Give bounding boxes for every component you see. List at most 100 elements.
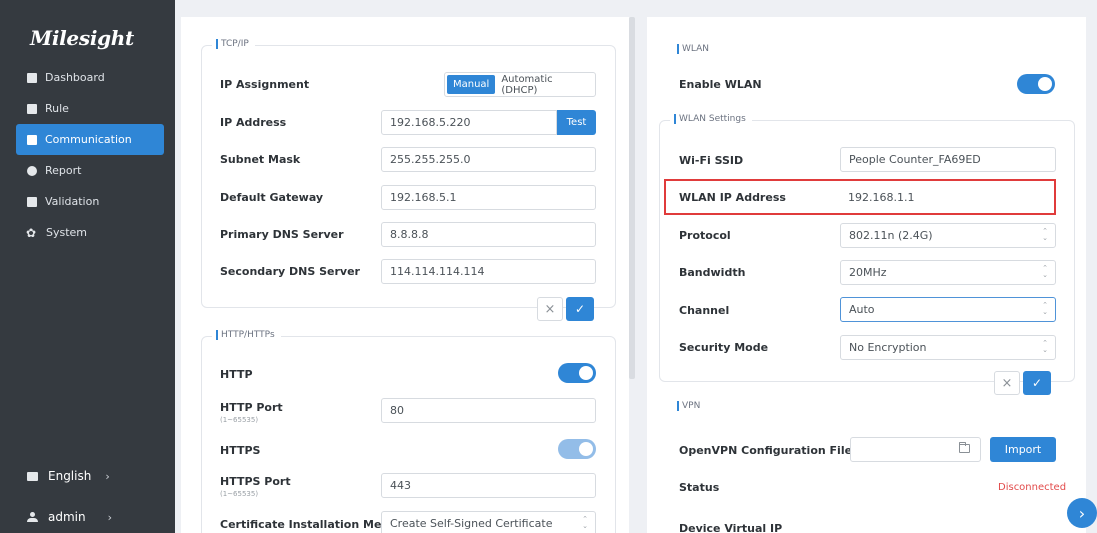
- sidebar-item-label: Rule: [45, 102, 69, 115]
- language-icon: [27, 471, 38, 481]
- sidebar-item-label: System: [46, 226, 88, 239]
- vpn-status-value: Disconnected: [998, 482, 1067, 493]
- https-label: HTTPS: [220, 444, 261, 457]
- http-port-field[interactable]: 80: [381, 398, 596, 423]
- https-toggle[interactable]: [558, 439, 596, 459]
- channel-label: Channel: [679, 304, 730, 317]
- language-label: English: [48, 469, 92, 483]
- openvpn-config-label: OpenVPN Configuration File: [679, 444, 853, 457]
- wlan-ip-label: WLAN IP Address: [679, 191, 786, 204]
- openvpn-file-field[interactable]: [850, 437, 981, 462]
- bandwidth-label: Bandwidth: [679, 266, 746, 279]
- https-port-field[interactable]: 443: [381, 473, 596, 498]
- http-legend: HTTP/HTTPs: [212, 330, 281, 340]
- certificate-method-value: Create Self-Signed Certificate: [390, 517, 553, 530]
- sidebar-item-label: Validation: [45, 195, 100, 208]
- secondary-dns-field[interactable]: 114.114.114.114: [381, 259, 596, 284]
- primary-dns-field[interactable]: 8.8.8.8: [381, 222, 596, 247]
- http-group: HTTP/HTTPs: [201, 330, 616, 533]
- certificate-method-select[interactable]: Create Self-Signed Certificate ⌃ ⌄: [381, 511, 596, 533]
- validation-icon: [27, 196, 37, 207]
- protocol-label: Protocol: [679, 229, 731, 242]
- channel-select[interactable]: Auto ⌃ ⌄: [840, 297, 1056, 322]
- ssid-field[interactable]: People Counter_FA69ED: [840, 147, 1056, 172]
- sidebar: Milesight Dashboard Rule Communication R…: [0, 0, 175, 533]
- chevron-right-icon: ›: [107, 510, 113, 524]
- http-port-label: HTTP Port: [220, 401, 283, 414]
- wlan-ip-field[interactable]: 192.168.1.1: [840, 185, 1054, 210]
- security-mode-label: Security Mode: [679, 341, 769, 354]
- chevron-right-icon: ›: [105, 469, 110, 483]
- chevron-right-icon[interactable]: ›: [1067, 498, 1097, 528]
- ssid-label: Wi-Fi SSID: [679, 154, 744, 167]
- sidebar-item-report[interactable]: Report: [16, 155, 164, 186]
- security-mode-value: No Encryption: [849, 341, 927, 354]
- https-port-label: HTTPS Port: [220, 475, 291, 488]
- gateway-label: Default Gateway: [220, 191, 324, 204]
- sidebar-item-system[interactable]: ✿ System: [16, 217, 164, 248]
- bandwidth-value: 20MHz: [849, 266, 887, 279]
- wlan-cancel-button[interactable]: ×: [994, 371, 1020, 395]
- mode-manual-option[interactable]: Manual: [447, 75, 496, 94]
- enable-wlan-label: Enable WLAN: [679, 78, 762, 91]
- scrollbar[interactable]: [629, 17, 635, 379]
- sidebar-item-communication[interactable]: Communication: [16, 124, 164, 155]
- vpn-title: VPN: [677, 401, 700, 411]
- wlan-title: WLAN: [677, 44, 709, 54]
- ip-address-label: IP Address: [220, 116, 287, 129]
- folder-icon: [959, 442, 970, 453]
- sidebar-item-label: Communication: [45, 133, 132, 146]
- wlan-settings-legend: WLAN Settings: [670, 114, 752, 124]
- tcpip-legend: TCP/IP: [212, 39, 255, 49]
- http-toggle[interactable]: [558, 363, 596, 383]
- primary-dns-label: Primary DNS Server: [220, 228, 344, 241]
- ip-assignment-label: IP Assignment: [220, 78, 310, 91]
- sidebar-item-label: Report: [45, 164, 82, 177]
- dashboard-icon: [27, 72, 37, 83]
- bandwidth-select[interactable]: 20MHz ⌃ ⌄: [840, 260, 1056, 285]
- secondary-dns-label: Secondary DNS Server: [220, 265, 360, 278]
- http-label: HTTP: [220, 368, 253, 381]
- sidebar-item-label: Dashboard: [45, 71, 105, 84]
- sidebar-item-dashboard[interactable]: Dashboard: [16, 62, 164, 93]
- select-arrows-icon: ⌃ ⌄: [1042, 264, 1048, 279]
- sidebar-item-validation[interactable]: Validation: [16, 186, 164, 217]
- select-arrows-icon: ⌃ ⌄: [1042, 227, 1048, 242]
- mode-dhcp-option[interactable]: Automatic (DHCP): [495, 74, 593, 96]
- select-arrows-icon: ⌃ ⌄: [1042, 301, 1048, 316]
- subnet-mask-field[interactable]: 255.255.255.0: [381, 147, 596, 172]
- enable-wlan-toggle[interactable]: [1017, 74, 1055, 94]
- gear-icon: ✿: [26, 225, 37, 240]
- vpn-status-label: Status: [679, 481, 720, 494]
- subnet-mask-label: Subnet Mask: [220, 153, 301, 166]
- https-port-range: (1~65535): [220, 490, 259, 498]
- communication-icon: [27, 134, 37, 145]
- tcpip-save-button[interactable]: ✓: [566, 297, 594, 321]
- rule-icon: [27, 103, 37, 114]
- protocol-select[interactable]: 802.11n (2.4G) ⌃ ⌄: [840, 223, 1056, 248]
- tcpip-cancel-button[interactable]: ×: [537, 297, 563, 321]
- wlan-save-button[interactable]: ✓: [1023, 371, 1051, 395]
- channel-value: Auto: [849, 303, 875, 316]
- user-icon: [27, 512, 38, 522]
- ip-address-field[interactable]: 192.168.5.220: [381, 110, 557, 135]
- user-menu[interactable]: admin ›: [16, 503, 164, 531]
- logo: Milesight: [30, 26, 134, 50]
- http-port-range: (1~65535): [220, 416, 259, 424]
- gateway-field[interactable]: 192.168.5.1: [381, 185, 596, 210]
- select-arrows-icon: ⌃ ⌄: [1042, 339, 1048, 354]
- device-virtual-ip-label: Device Virtual IP: [679, 522, 783, 533]
- ip-assignment-toggle: Manual Automatic (DHCP): [444, 72, 596, 97]
- app-root: Milesight Dashboard Rule Communication R…: [0, 0, 1097, 533]
- report-icon: [27, 165, 37, 176]
- sidebar-item-rule[interactable]: Rule: [16, 93, 164, 124]
- user-label: admin: [48, 510, 86, 524]
- protocol-value: 802.11n (2.4G): [849, 229, 933, 242]
- network-panel: TCP/IP IP Assignment Manual Automatic (D…: [181, 17, 629, 533]
- test-button[interactable]: Test: [557, 110, 596, 135]
- wireless-panel: WLAN Enable WLAN WLAN Settings Wi-Fi SSI…: [647, 17, 1086, 533]
- sidebar-nav: Dashboard Rule Communication Report Vali…: [16, 62, 164, 248]
- security-mode-select[interactable]: No Encryption ⌃ ⌄: [840, 335, 1056, 360]
- language-switcher[interactable]: English ›: [16, 462, 164, 490]
- import-button[interactable]: Import: [990, 437, 1056, 462]
